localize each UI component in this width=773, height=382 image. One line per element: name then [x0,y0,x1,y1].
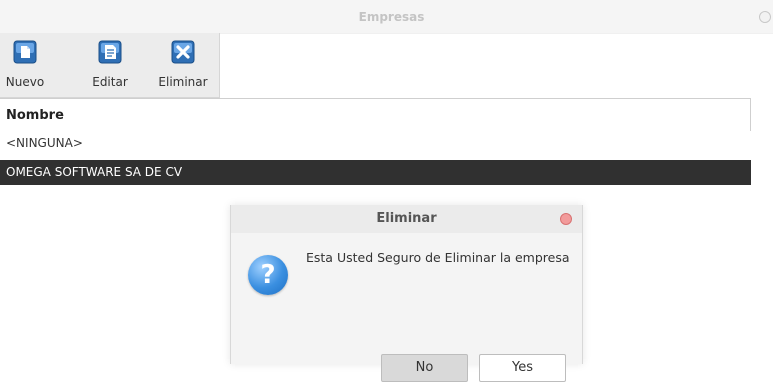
new-document-icon [13,40,37,64]
delete-button-label: Eliminar [158,75,208,89]
window-title: Empresas [358,10,425,24]
window-close-button[interactable] [759,11,771,23]
list-item-label: <NINGUNA> [6,136,83,150]
column-header-nombre[interactable]: Nombre [0,98,751,132]
list-item[interactable]: <NINGUNA> [0,131,751,156]
list-item-selected[interactable]: OMEGA SOFTWARE SA DE CV [0,160,751,185]
list-item-label: OMEGA SOFTWARE SA DE CV [6,165,183,179]
edit-document-icon [98,40,122,64]
dialog-message: Esta Usted Seguro de Eliminar la empresa [306,250,570,265]
column-header-label: Nombre [6,108,64,123]
new-button-label: Nuevo [5,75,45,89]
confirm-dialog: Eliminar ? Esta Usted Seguro de Eliminar… [230,205,583,382]
dialog-close-button[interactable] [560,213,572,225]
question-icon: ? [248,255,288,295]
edit-button-label: Editar [92,75,128,89]
window-titlebar: Empresas [0,0,773,34]
yes-button[interactable]: Yes [479,354,566,382]
toolbar: Nuevo Editar Eliminar [0,33,220,98]
new-button[interactable]: Nuevo [0,33,50,97]
no-button[interactable]: No [381,354,468,382]
dialog-title: Eliminar [376,211,437,226]
dialog-titlebar: Eliminar [231,205,582,233]
delete-x-icon [171,40,195,64]
delete-button[interactable]: Eliminar [150,33,216,97]
edit-button[interactable]: Editar [87,33,133,97]
dialog-body: ? Esta Usted Seguro de Eliminar la empre… [231,233,582,382]
